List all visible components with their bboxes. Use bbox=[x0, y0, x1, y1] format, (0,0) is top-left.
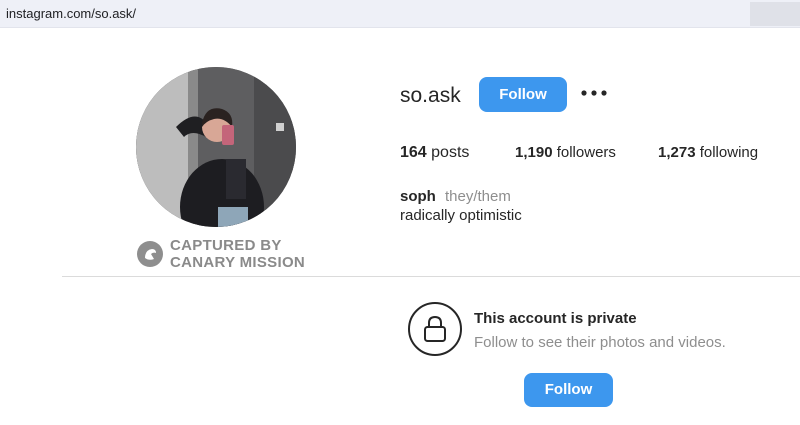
posts-count-stat: 164 posts bbox=[400, 144, 469, 162]
url-text[interactable]: instagram.com/so.ask/ bbox=[6, 6, 136, 21]
follow-button[interactable]: Follow bbox=[479, 77, 567, 112]
private-account-subtitle: Follow to see their photos and videos. bbox=[474, 334, 726, 351]
section-divider bbox=[62, 276, 800, 277]
profile-pronouns: they/them bbox=[445, 188, 511, 205]
profile-display-name: soph bbox=[400, 188, 436, 205]
private-follow-button[interactable]: Follow bbox=[524, 373, 613, 407]
canary-bird-icon bbox=[137, 241, 163, 267]
posts-label: posts bbox=[431, 144, 470, 161]
browser-address-bar[interactable]: instagram.com/so.ask/ bbox=[0, 0, 800, 28]
profile-avatar[interactable] bbox=[136, 67, 296, 227]
following-label: following bbox=[699, 144, 759, 161]
more-horizontal-icon[interactable] bbox=[580, 82, 608, 104]
profile-bio: radically optimistic bbox=[400, 207, 522, 224]
followers-count: 1,190 bbox=[515, 144, 553, 161]
watermark-line-2: CANARY MISSION bbox=[170, 254, 306, 271]
lock-icon bbox=[408, 302, 462, 356]
private-account-title: This account is private bbox=[474, 310, 637, 327]
profile-username: so.ask bbox=[400, 84, 461, 107]
watermark-line-1: CAPTURED BY bbox=[170, 237, 282, 254]
following-count: 1,273 bbox=[658, 144, 696, 161]
posts-count: 164 bbox=[400, 144, 427, 161]
address-bar-side-area bbox=[750, 2, 800, 26]
followers-link[interactable]: 1,190 followers bbox=[515, 144, 616, 161]
following-link[interactable]: 1,273 following bbox=[658, 144, 758, 161]
followers-label: followers bbox=[556, 144, 616, 161]
